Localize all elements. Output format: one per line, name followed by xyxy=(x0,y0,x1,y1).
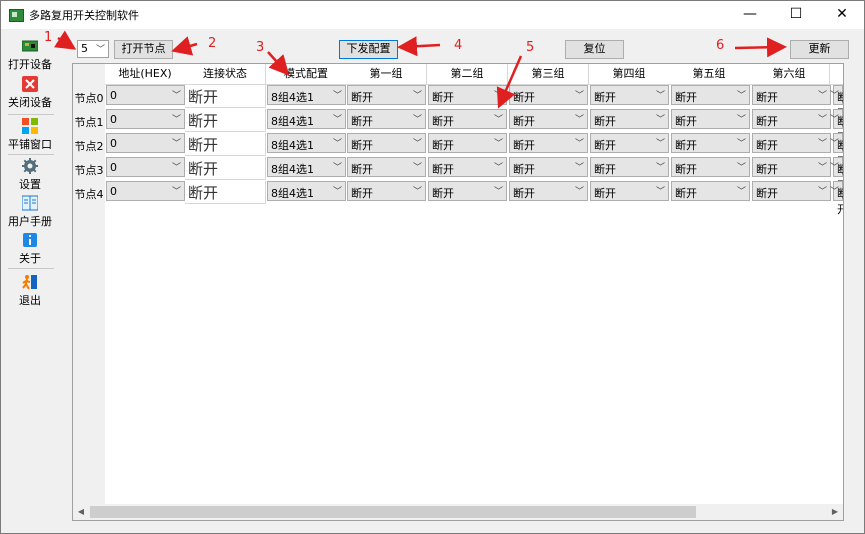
annotation-label-4: 4 xyxy=(454,38,463,53)
annotation-arrow-4 xyxy=(397,36,441,57)
annotation-label-3: 3 xyxy=(256,40,265,55)
annotation-arrow-3 xyxy=(267,51,290,76)
annotation-arrow-6 xyxy=(734,37,787,58)
annotation-label-5: 5 xyxy=(526,40,535,55)
annotation-label-2: 2 xyxy=(208,36,217,51)
annotation-label-6: 6 xyxy=(716,38,725,53)
annotation-arrow-1 xyxy=(53,30,77,50)
annotation-arrows xyxy=(53,30,787,109)
annotation-arrow-2 xyxy=(171,36,198,56)
annotation-arrow-5 xyxy=(496,55,523,109)
annotation-label-1: 1 xyxy=(44,30,53,45)
